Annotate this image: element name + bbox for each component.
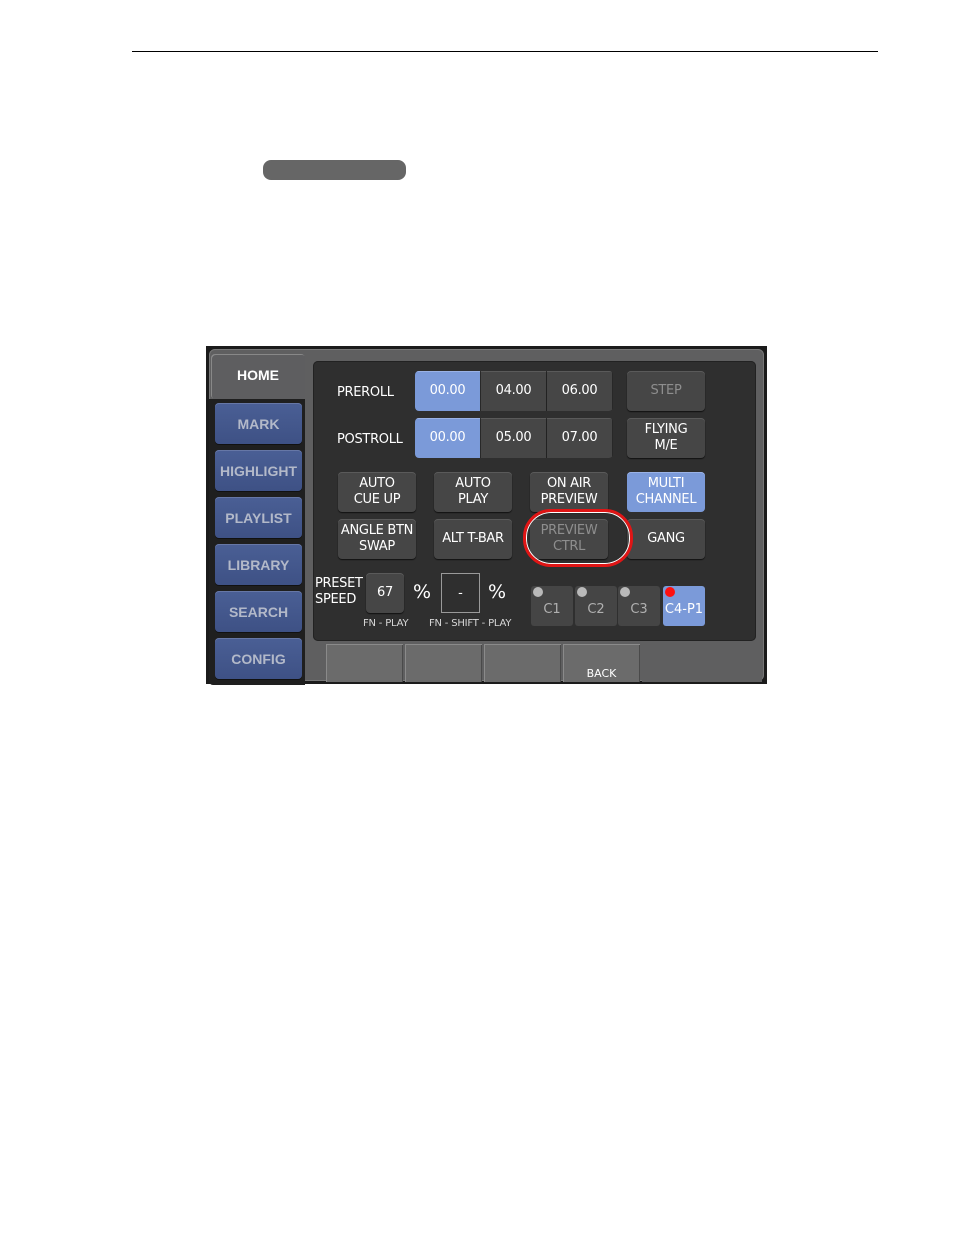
postroll-option[interactable]: 00.00 (415, 418, 480, 458)
channel-button-c1[interactable]: C1 (531, 586, 573, 626)
step-button[interactable]: STEP (627, 371, 705, 411)
fn-play-speed-value[interactable]: 67 (366, 573, 404, 613)
preroll-option[interactable]: 04.00 (481, 371, 546, 411)
tab-highlight[interactable]: HIGHLIGHT (215, 450, 302, 491)
postroll-option[interactable]: 07.00 (547, 418, 612, 458)
page-header-rule (132, 51, 878, 52)
gang-button[interactable]: GANG (627, 519, 705, 559)
tab-library[interactable]: LIBRARY (215, 544, 302, 585)
channel-button-c4-p1[interactable]: C4-P1 (663, 586, 705, 626)
softkey-bar: BACK (326, 644, 764, 682)
channel-status-indicator (533, 587, 543, 597)
softkey-3[interactable] (484, 644, 561, 682)
tab-home[interactable]: HOME (211, 354, 305, 399)
channel-label: C2 (587, 601, 605, 617)
channel-label: C1 (543, 601, 561, 617)
auto-cue-up-button[interactable]: AUTO CUE UP (338, 472, 416, 512)
preroll-option[interactable]: 00.00 (415, 371, 480, 411)
on-air-preview-button[interactable]: ON AIR PREVIEW (530, 472, 608, 512)
softkey-2[interactable] (405, 644, 482, 682)
flying-me-button[interactable]: FLYING M/E (627, 418, 705, 458)
channel-button-c2[interactable]: C2 (575, 586, 617, 626)
softkey-1[interactable] (326, 644, 403, 682)
panel-frame: HOME MARK HIGHLIGHT PLAYLIST LIBRARY SEA… (209, 349, 764, 685)
channel-label: C3 (630, 601, 648, 617)
tab-mark[interactable]: MARK (215, 403, 302, 444)
fn-shift-play-speed-value[interactable]: - (441, 573, 480, 613)
softkey-5 (642, 644, 762, 682)
tab-config[interactable]: CONFIG (215, 638, 302, 679)
back-softkey[interactable]: BACK (563, 644, 640, 682)
home-content-area: PREROLL 00.00 04.00 06.00 STEP POSTROLL … (313, 361, 756, 641)
section-tag-pill (263, 160, 406, 180)
fn-shift-play-percent-sign: % (488, 581, 506, 603)
channel-label: C4-P1 (664, 601, 704, 617)
preroll-label: PREROLL (337, 385, 394, 400)
fn-shift-play-caption: FN - SHIFT - PLAY (429, 618, 512, 629)
channel-status-indicator (620, 587, 630, 597)
fn-play-percent-sign: % (413, 581, 431, 603)
channel-button-c3[interactable]: C3 (618, 586, 660, 626)
preroll-selector: 00.00 04.00 06.00 (415, 371, 613, 411)
postroll-selector: 00.00 05.00 07.00 (415, 418, 613, 458)
tab-search[interactable]: SEARCH (215, 591, 302, 632)
fn-play-caption: FN - PLAY (363, 618, 409, 629)
channel-status-indicator (665, 587, 675, 597)
alt-t-bar-button[interactable]: ALT T-BAR (434, 519, 512, 559)
channel-status-indicator (577, 587, 587, 597)
touchscreen-panel: HOME MARK HIGHLIGHT PLAYLIST LIBRARY SEA… (206, 346, 767, 685)
tab-playlist[interactable]: PLAYLIST (215, 497, 302, 538)
angle-btn-swap-button[interactable]: ANGLE BTN SWAP (338, 519, 416, 559)
preview-ctrl-highlight-callout (523, 509, 633, 567)
auto-play-button[interactable]: AUTO PLAY (434, 472, 512, 512)
postroll-label: POSTROLL (337, 432, 403, 447)
preset-speed-label: PRESET SPEED (315, 576, 363, 607)
postroll-option[interactable]: 05.00 (481, 418, 546, 458)
preroll-option[interactable]: 06.00 (547, 371, 612, 411)
multi-channel-button[interactable]: MULTI CHANNEL (627, 472, 705, 512)
